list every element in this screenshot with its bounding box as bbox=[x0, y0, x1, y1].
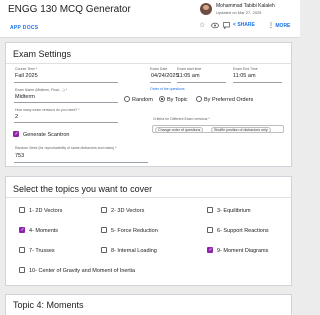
eye-icon[interactable] bbox=[211, 22, 219, 31]
checkbox-checked-icon bbox=[13, 131, 19, 137]
share-button[interactable]: < SHARE bbox=[233, 22, 255, 28]
radio-selected-icon bbox=[159, 96, 165, 102]
exam-start-input[interactable]: 11:05 am bbox=[177, 73, 200, 79]
topic-checkbox-9[interactable]: 9- Moment Diagrams bbox=[207, 247, 268, 255]
order-radio-preferred[interactable]: By Preferred Orders bbox=[196, 96, 253, 104]
topic-checkbox-6[interactable]: 6- Support Reactions bbox=[207, 227, 269, 235]
course-term-input[interactable]: Fall 2025 bbox=[15, 73, 38, 79]
share-icon: < bbox=[233, 22, 236, 28]
course-term-underline bbox=[14, 82, 118, 83]
topic-checkbox-10[interactable]: 10- Center of Gravity and Moment of Iner… bbox=[19, 267, 135, 275]
exam-date-input[interactable]: 04/24/2025 bbox=[151, 73, 179, 79]
topic-label: 8- Internal Loading bbox=[111, 248, 157, 254]
topic-label: 1- 2D Vectors bbox=[29, 208, 63, 214]
radio-label: By Topic bbox=[167, 97, 188, 103]
topic-checkbox-7[interactable]: 7- Trusses bbox=[19, 247, 55, 255]
app-docs-link[interactable]: APP DOCS bbox=[10, 25, 38, 31]
topics-title: Select the topics you want to cover bbox=[13, 184, 153, 194]
radio-label: Random bbox=[132, 97, 153, 103]
topic-label: 2- 3D Vectors bbox=[111, 208, 145, 214]
exam-name-label: Exam Name (Midterm, Final, ...) * bbox=[15, 88, 67, 92]
num-versions-underline bbox=[14, 122, 118, 123]
random-seed-label: Random Seed (for reproducibility of same… bbox=[15, 146, 117, 150]
exam-name-underline bbox=[14, 102, 118, 103]
exam-end-input[interactable]: 11:05 am bbox=[233, 73, 256, 79]
topic-checkbox-3[interactable]: 3- Equilibrium bbox=[207, 207, 251, 215]
radio-icon bbox=[124, 96, 130, 102]
course-term-label: Course Term * bbox=[15, 67, 38, 71]
checkbox-icon bbox=[101, 227, 107, 233]
topic-label: 10- Center of Gravity and Moment of Iner… bbox=[29, 268, 136, 274]
exam-end-label: Exam End Time bbox=[233, 67, 258, 71]
star-icon[interactable]: ☆ bbox=[199, 22, 205, 29]
num-versions-input[interactable]: 2 bbox=[15, 114, 18, 120]
scantron-label: Generate Scantron bbox=[23, 132, 70, 138]
more-label: MORE bbox=[275, 23, 291, 29]
checkbox-icon bbox=[19, 267, 25, 273]
topic-checkbox-4[interactable]: 4- Moments bbox=[19, 227, 58, 235]
order-questions-label: Order of the questions bbox=[150, 87, 185, 91]
exam-settings-title: Exam Settings bbox=[13, 49, 72, 59]
exam-end-underline bbox=[233, 82, 282, 83]
checkbox-icon bbox=[207, 227, 213, 233]
criteria-chip[interactable]: Shuffle position of distractors only bbox=[211, 126, 271, 133]
order-radio-random[interactable]: Random bbox=[124, 96, 153, 104]
generate-scantron-checkbox[interactable]: Generate Scantron bbox=[13, 131, 69, 138]
radio-icon bbox=[196, 96, 202, 102]
share-label: SHARE bbox=[237, 22, 255, 28]
topic-label: 9- Moment Diagrams bbox=[217, 248, 269, 254]
updated-date: Updated on Mar 27, 2025 bbox=[216, 10, 262, 15]
more-vert-icon: ⋮ bbox=[268, 23, 274, 29]
topic-label: 4- Moments bbox=[29, 228, 59, 234]
topic-label: 5- Force Reduction bbox=[111, 228, 158, 234]
checkbox-checked-icon bbox=[207, 247, 213, 253]
topic-label: 6- Support Reactions bbox=[217, 228, 269, 234]
criteria-label: Criteria for Different Exam versions * bbox=[153, 117, 210, 121]
criteria-select[interactable]: Change order of questions Shuffle positi… bbox=[152, 125, 284, 133]
topic-checkbox-2[interactable]: 2- 3D Vectors bbox=[101, 207, 144, 215]
checkbox-icon bbox=[19, 207, 25, 213]
criteria-chip[interactable]: Change order of questions bbox=[155, 126, 204, 133]
topic-label: 3- Equilibrium bbox=[217, 208, 251, 214]
random-seed-input[interactable]: 753 bbox=[15, 153, 24, 159]
app-title: ENGG 130 MCQ Generator bbox=[8, 4, 131, 15]
topic-checkbox-1[interactable]: 1- 2D Vectors bbox=[19, 207, 62, 215]
exam-name-input[interactable]: Midterm bbox=[15, 94, 35, 100]
topic-checkbox-8[interactable]: 8- Internal Loading bbox=[101, 247, 157, 255]
exam-start-label: Exam start time bbox=[177, 67, 202, 71]
app-header: ENGG 130 MCQ Generator APP DOCS Mohammad… bbox=[0, 0, 300, 38]
section-divider bbox=[6, 197, 291, 198]
exam-date-underline bbox=[150, 82, 171, 83]
checkbox-icon bbox=[101, 247, 107, 253]
checkbox-icon bbox=[101, 207, 107, 213]
checkbox-icon bbox=[207, 207, 213, 213]
random-seed-underline bbox=[14, 162, 148, 163]
num-versions-label: How many exam versions do you need? * bbox=[15, 108, 80, 112]
comment-icon[interactable] bbox=[223, 22, 230, 31]
author-name: Mohammad Tabibi Kalaleh bbox=[216, 3, 275, 9]
more-button[interactable]: ⋮ MORE bbox=[268, 22, 290, 29]
radio-label: By Preferred Orders bbox=[204, 97, 254, 103]
checkbox-icon bbox=[19, 247, 25, 253]
section-divider bbox=[6, 63, 291, 64]
exam-date-label: Exam Date bbox=[150, 67, 168, 71]
checkbox-checked-icon bbox=[19, 227, 25, 233]
exam-start-underline bbox=[177, 82, 226, 83]
topic4-title: Topic 4: Moments bbox=[13, 300, 84, 310]
avatar[interactable] bbox=[200, 3, 212, 15]
order-radio-by-topic[interactable]: By Topic bbox=[159, 96, 188, 104]
topic-checkbox-5[interactable]: 5- Force Reduction bbox=[101, 227, 158, 235]
topic-label: 7- Trusses bbox=[29, 248, 55, 254]
topic4-card: Topic 4: Moments bbox=[5, 294, 292, 315]
